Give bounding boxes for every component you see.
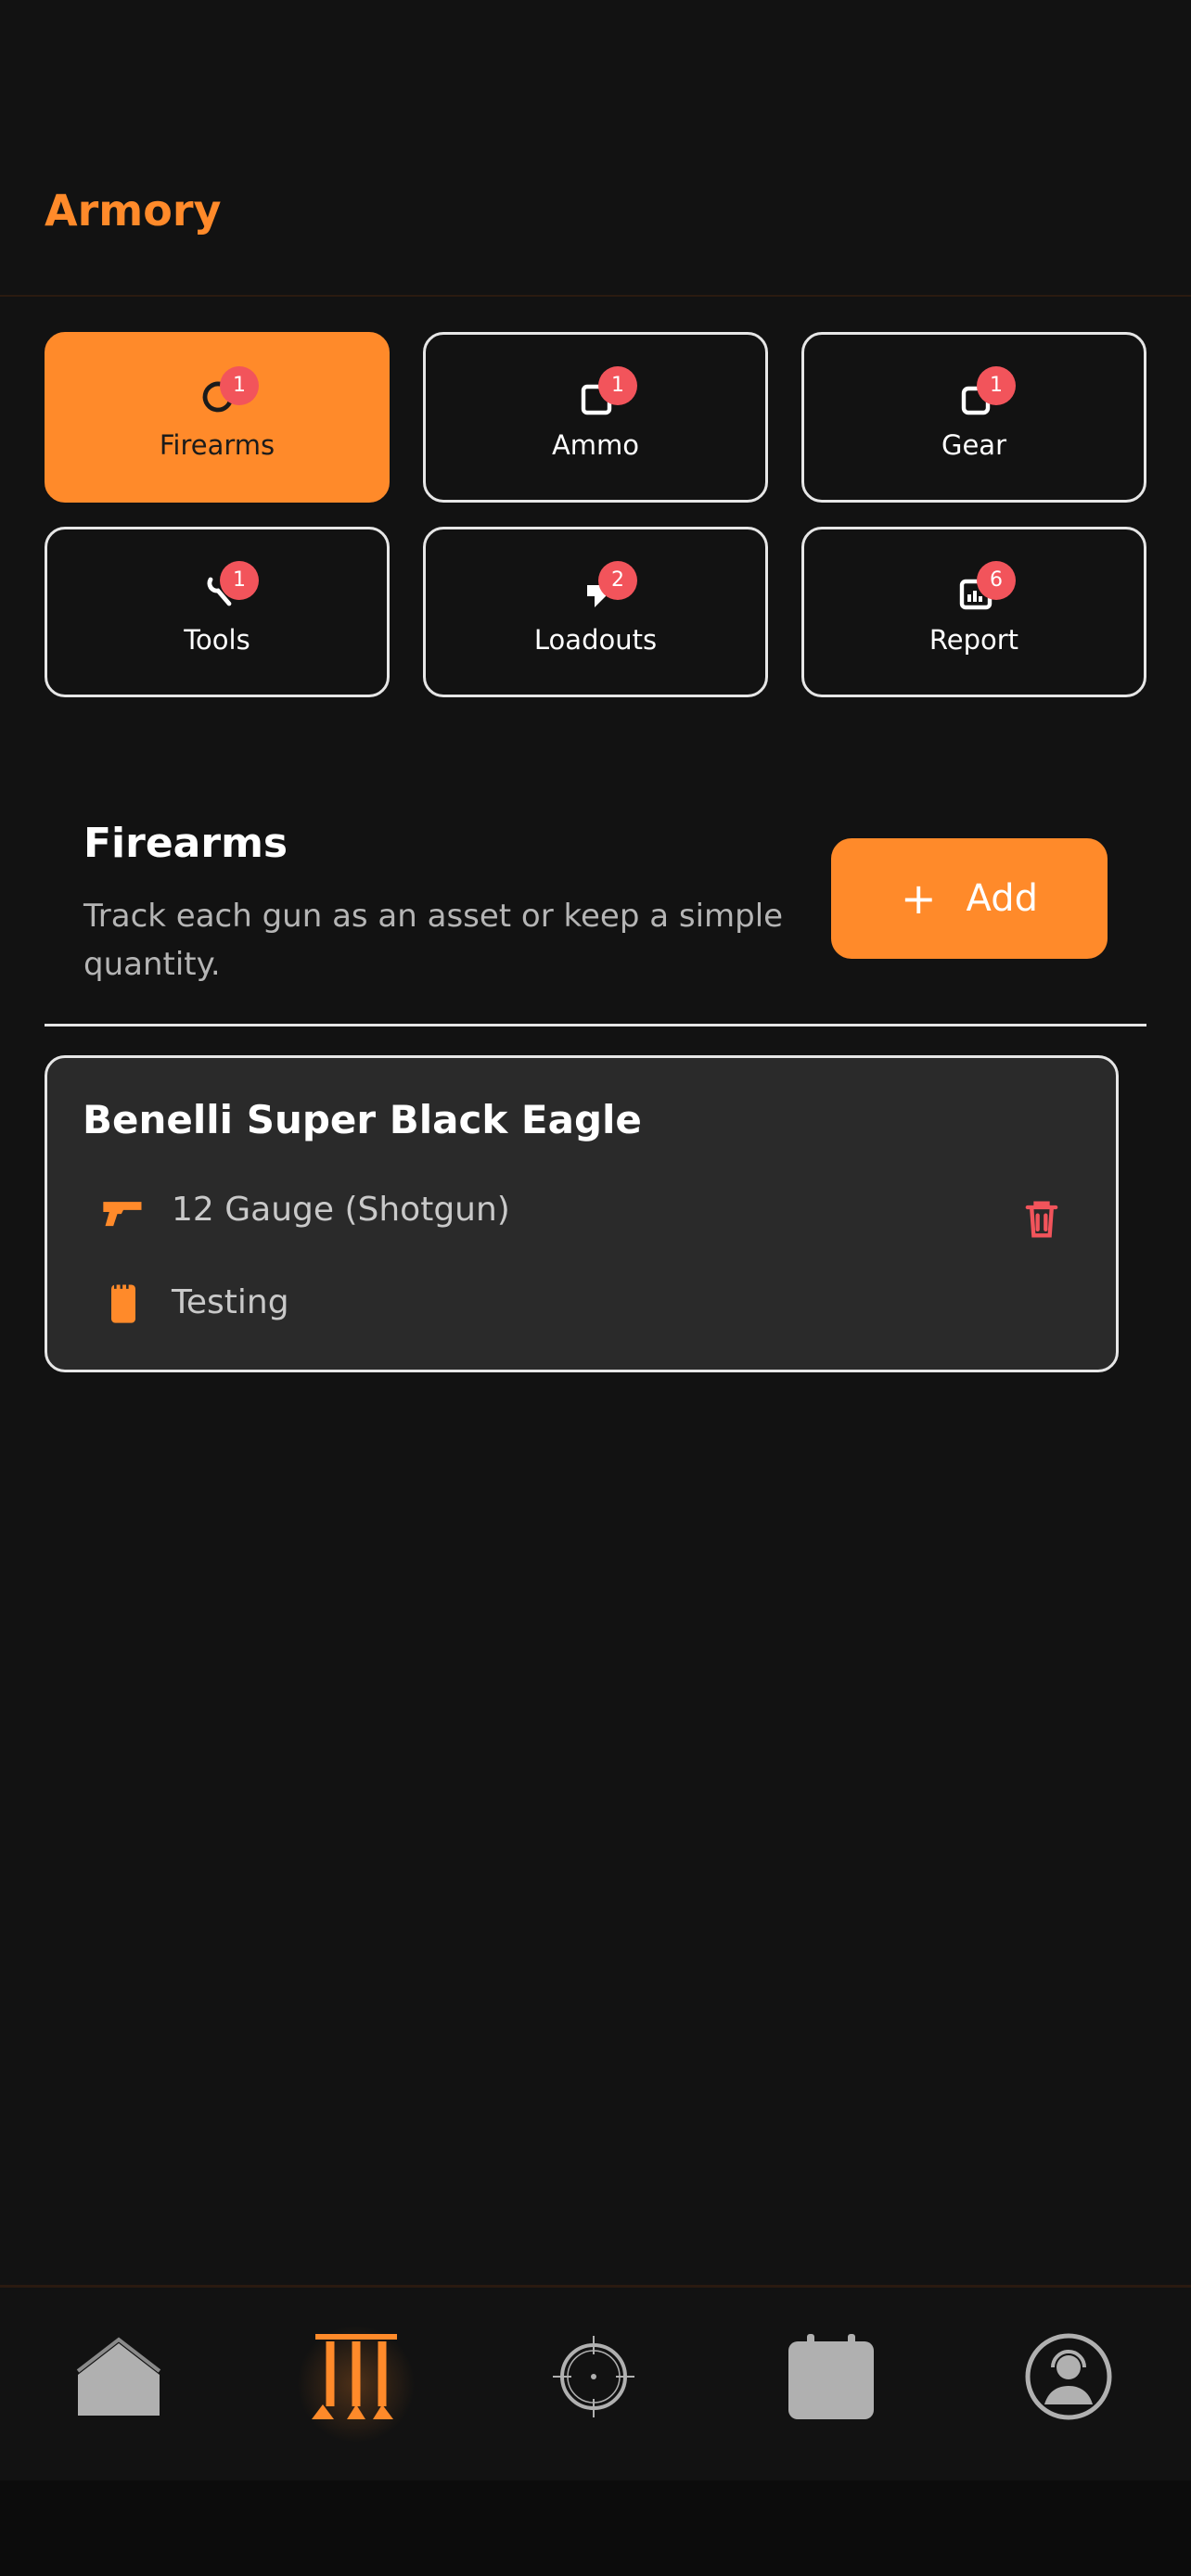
firearm-caliber: 12 Gauge (Shotgun) (172, 1191, 510, 1229)
nav-home[interactable] (0, 2288, 237, 2482)
count-badge: 1 (598, 366, 637, 405)
section-subtitle: Track each gun as an asset or keep a sim… (83, 898, 784, 983)
tile-label: Report (928, 624, 1019, 656)
category-tile-tools[interactable]: 1 Tools (45, 527, 390, 697)
firearm-note: Testing (172, 1283, 289, 1321)
plus-icon: + (901, 874, 937, 924)
header-divider (0, 295, 1191, 297)
count-badge: 1 (220, 366, 259, 405)
tile-label: Tools (184, 624, 250, 656)
pistol-icon (99, 1188, 147, 1236)
count-badge: 1 (220, 561, 259, 600)
nav-calendar[interactable] (712, 2288, 950, 2482)
nav-profile[interactable] (950, 2288, 1187, 2482)
gun-rack-icon (312, 2334, 397, 2419)
nav-armory[interactable] (237, 2288, 475, 2482)
firearm-card[interactable]: Benelli Super Black Eagle 12 Gauge (Shot… (45, 1055, 1119, 1372)
count-badge: 6 (977, 561, 1016, 600)
calendar-icon (788, 2334, 874, 2419)
nav-range[interactable] (475, 2288, 712, 2482)
category-tile-loadouts[interactable]: 2 Loadouts (423, 527, 768, 697)
section-divider (45, 1024, 1146, 1027)
count-badge: 1 (977, 366, 1016, 405)
crosshair-icon (553, 2336, 634, 2417)
section-title: Firearms (83, 820, 288, 867)
tile-label: Ammo (551, 429, 640, 461)
bottom-nav (0, 2285, 1191, 2482)
user-headset-icon (1025, 2333, 1112, 2420)
firearm-name: Benelli Super Black Eagle (83, 1097, 642, 1142)
category-tile-ammo[interactable]: 1 Ammo (423, 332, 768, 503)
home-indicator-area (0, 2480, 1191, 2576)
trash-icon[interactable] (1018, 1195, 1066, 1243)
tile-label: Gear (941, 429, 1006, 461)
category-tile-firearms[interactable]: 1 Firearms (45, 332, 390, 503)
count-badge: 2 (598, 561, 637, 600)
note-icon (99, 1279, 147, 1327)
tile-label: Loadouts (533, 624, 658, 656)
add-button-label: Add (966, 877, 1038, 920)
add-button[interactable]: + Add (831, 838, 1108, 959)
category-tile-report[interactable]: 6 Report (801, 527, 1146, 697)
category-tile-gear[interactable]: 1 Gear (801, 332, 1146, 503)
home-icon (76, 2337, 161, 2416)
page-title: Armory (45, 185, 222, 236)
tile-label: Firearms (159, 429, 275, 461)
